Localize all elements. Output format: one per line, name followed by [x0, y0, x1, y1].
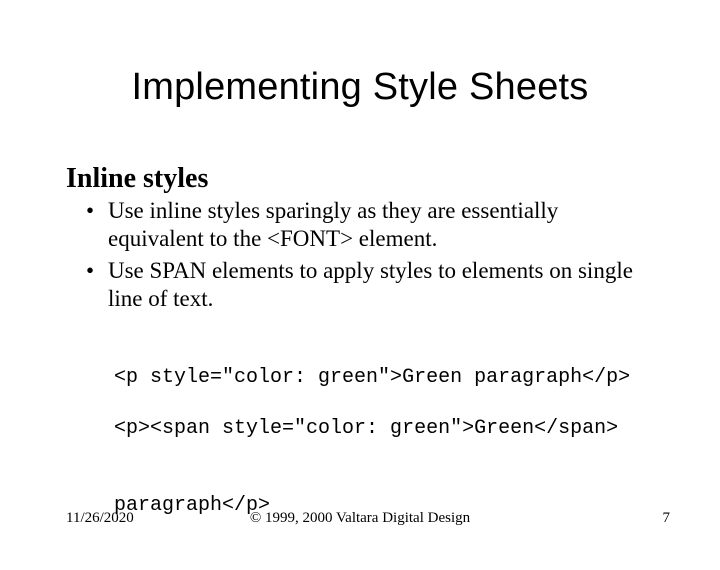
code-line: <p style="color: green">Green paragraph<…: [114, 366, 630, 389]
footer-copyright: © 1999, 2000 Valtara Digital Design: [0, 510, 720, 527]
bullet-list: Use inline styles sparingly as they are …: [82, 197, 650, 313]
section-heading: Inline styles: [66, 163, 720, 195]
code-example: <p style="color: green">Green paragraph<…: [66, 339, 650, 569]
slide: Implementing Style Sheets Inline styles …: [0, 0, 720, 540]
bullet-item: Use SPAN elements to apply styles to ele…: [82, 257, 650, 313]
bullet-item: Use inline styles sparingly as they are …: [82, 197, 650, 253]
footer-page-number: 7: [663, 510, 671, 527]
slide-title: Implementing Style Sheets: [0, 0, 720, 109]
code-line: <p><span style="color: green">Green</spa…: [114, 417, 618, 440]
